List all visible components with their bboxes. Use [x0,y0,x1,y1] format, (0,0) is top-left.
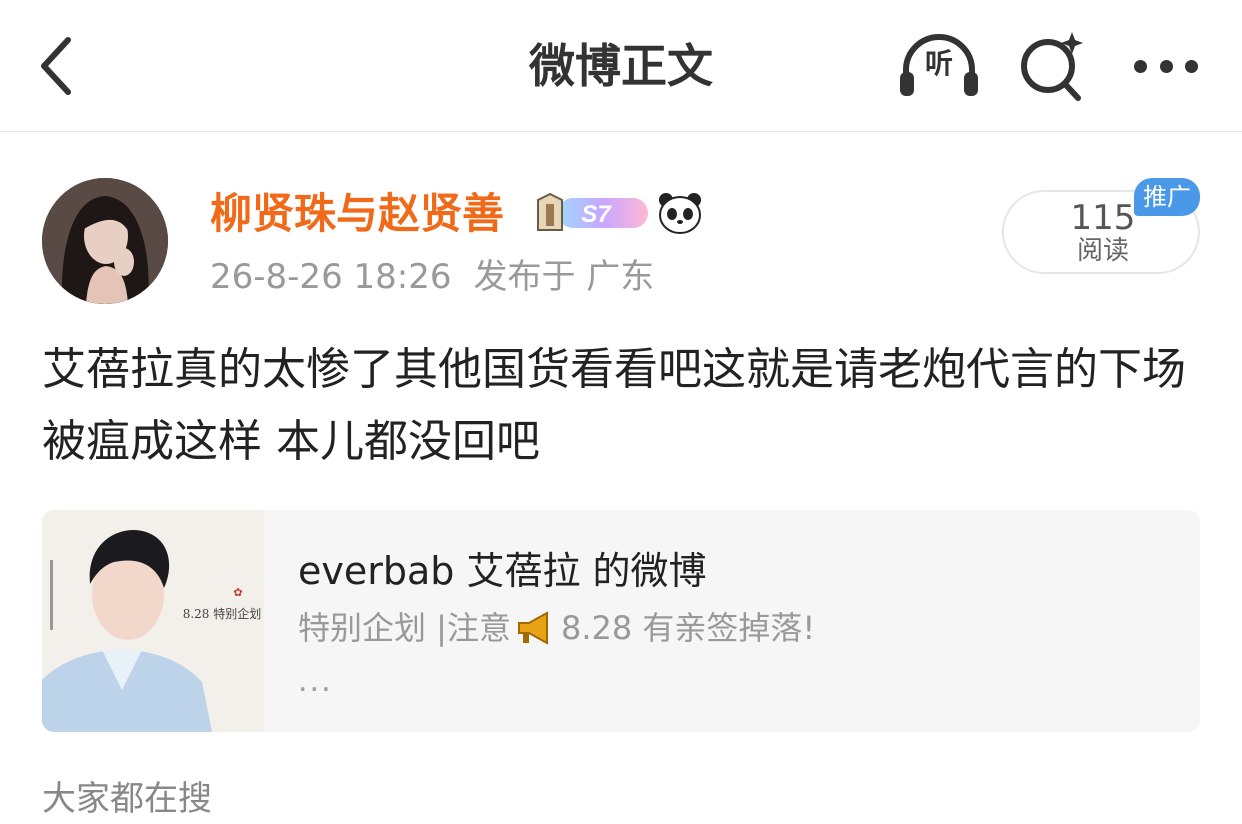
svg-text:✿: ✿ [233,586,242,599]
card-desc-part2: 8.28 有亲签掉落! [560,609,816,647]
avatar-image [42,178,168,304]
linked-profile-card[interactable]: ✿ 8.28 特别企划 everbab 艾蓓拉 的微博 特别企划 |注意 8.28… [42,510,1200,732]
card-thumbnail-text: 8.28 特别企划 [183,606,262,621]
author-name[interactable]: 柳贤珠与赵贤善 [210,186,504,242]
megaphone-icon [515,611,555,645]
post-meta: 26-8-26 18:26 发布于 广东 [210,254,654,300]
card-title: everbab 艾蓓拉 的微博 [298,549,707,593]
card-desc-part1: 特别企划 |注意 [298,609,511,647]
level-badge[interactable]: S7 [534,190,650,236]
panda-icon [659,193,701,234]
search-sparkle-icon [1021,32,1083,101]
author-avatar[interactable] [42,178,168,304]
more-options-button[interactable] [1128,40,1204,92]
listen-label: 听 [924,47,953,80]
top-navigation-bar: 微博正文 听 [0,0,1242,132]
listen-button[interactable]: 听 [896,30,982,102]
post-timestamp: 26-8-26 18:26 [210,257,452,297]
level-badge-text: S7 [581,201,612,228]
post-text: 艾蓓拉真的太惨了其他国货看看吧这就是请老炮代言的下场 被瘟成这样 本儿都没回吧 [42,344,1186,467]
more-dots-icon [1185,59,1198,73]
post-location: 发布于 广东 [473,257,655,297]
card-thumbnail-image: ✿ 8.28 特别企划 [42,510,264,732]
card-description: 特别企划 |注意 8.28 有亲签掉落! [298,606,815,650]
card-more-ellipsis: ... [298,664,333,699]
search-button[interactable] [1016,28,1088,104]
panda-badge[interactable] [656,190,704,236]
read-label: 阅读 [1076,236,1129,266]
trending-search-title: 大家都在搜 [42,779,212,819]
level-badge-icon: S7 [537,192,648,231]
promo-tag: 推广 [1134,178,1200,216]
more-dots-icon [1134,59,1147,73]
card-thumbnail: ✿ 8.28 特别企划 [42,510,264,732]
more-dots-icon [1159,59,1173,73]
